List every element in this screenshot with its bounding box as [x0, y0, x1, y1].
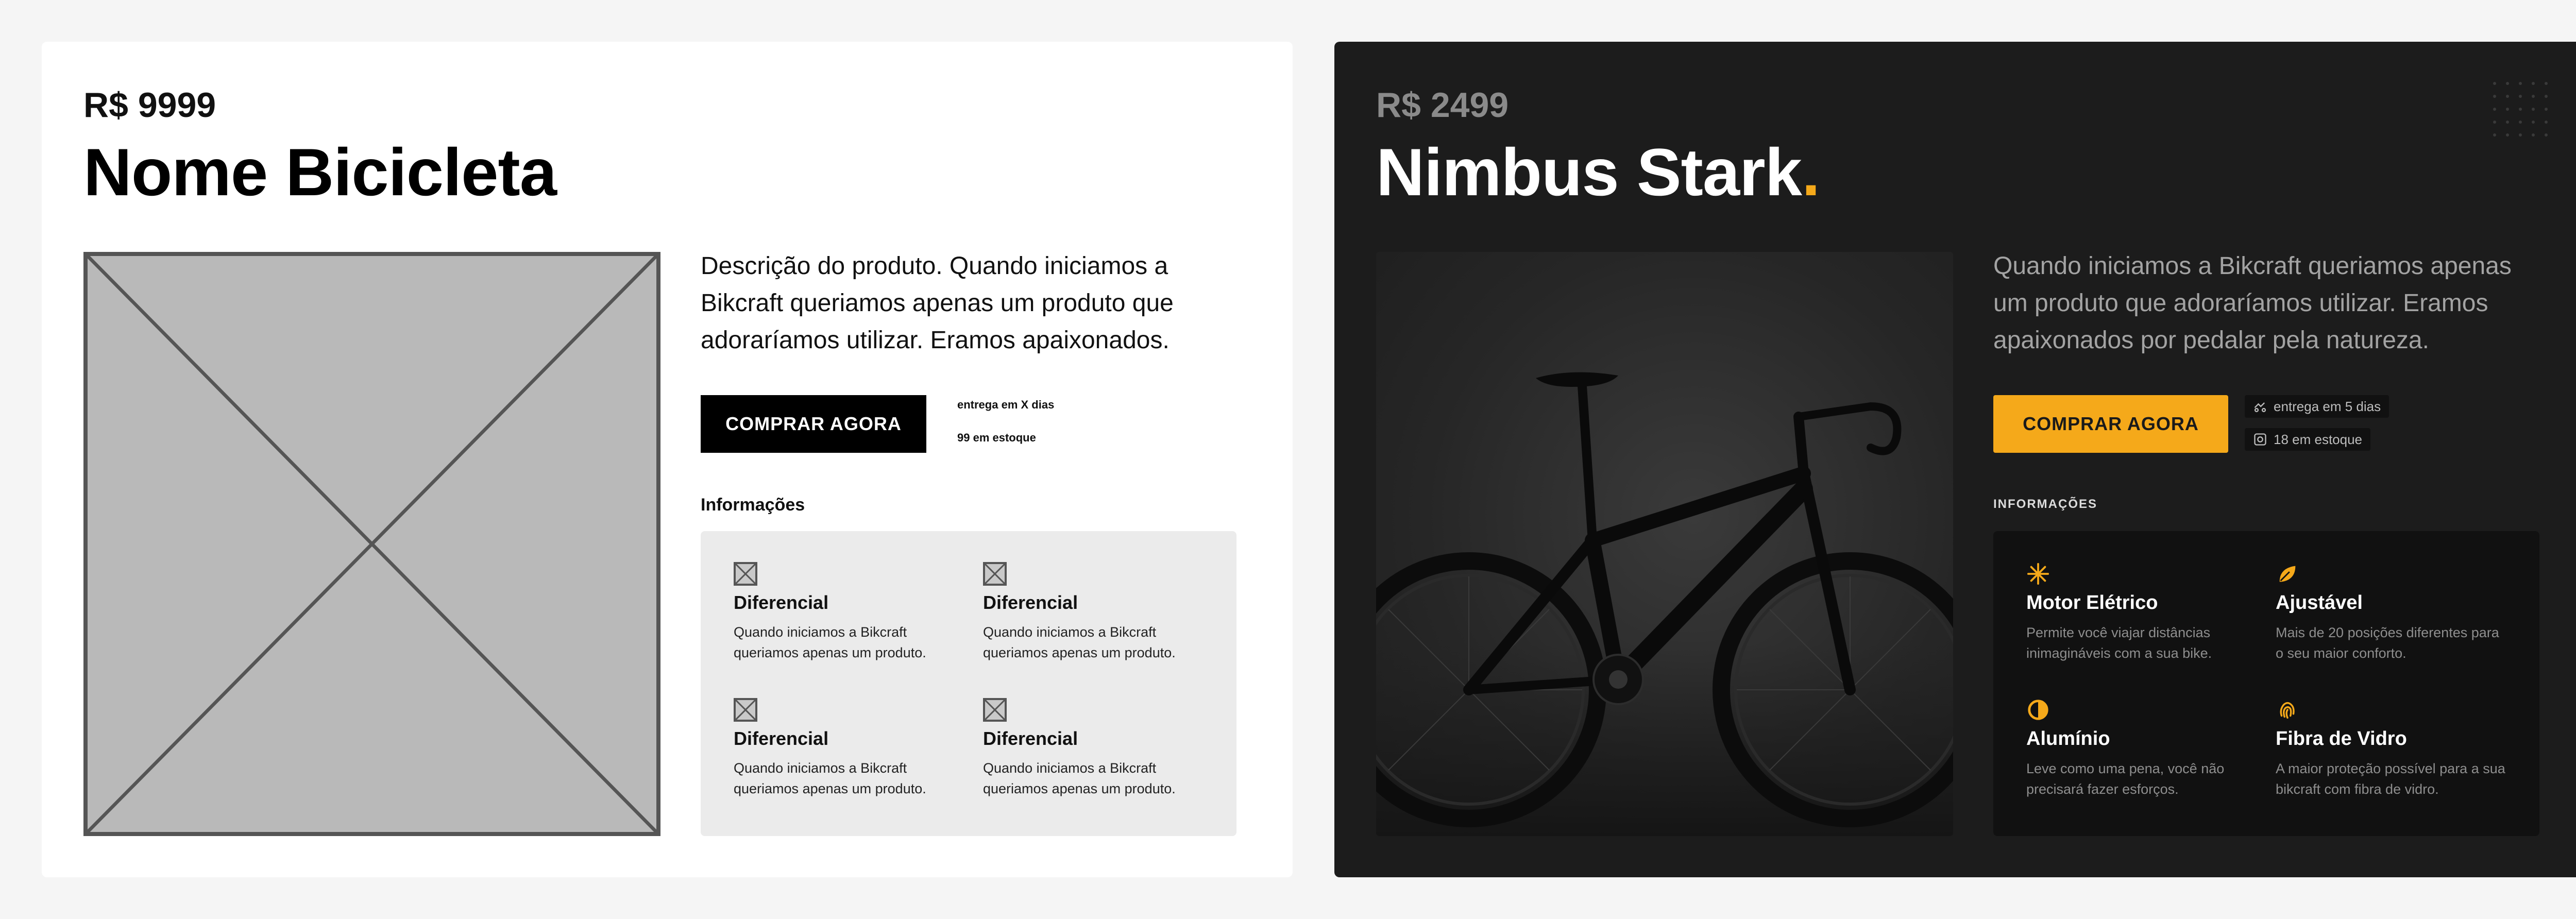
product-card: R$ 2499 Nimbus Stark. Quando iniciamos a… [1334, 42, 2576, 877]
contrast-icon [2026, 698, 2050, 722]
feature-title: Fibra de Vidro [2276, 728, 2407, 750]
image-placeholder [83, 252, 660, 836]
feature-title: Diferencial [983, 592, 1078, 613]
feature-text: Quando iniciamos a Bikcraft queriamos ap… [734, 760, 926, 796]
feature-item: Diferencial Quando iniciamos a Bikcraft … [734, 698, 960, 799]
delivery-info: entrega em X dias [957, 398, 1055, 411]
product-title: Nome Bicicleta [83, 134, 557, 210]
feature-text: Quando iniciamos a Bikcraft queriamos ap… [983, 624, 1176, 660]
bike-photo [1376, 252, 1953, 836]
placeholder-icon [734, 562, 757, 586]
info-heading: INFORMAÇÕES [1993, 497, 2097, 511]
features-panel: Diferencial Quando iniciamos a Bikcraft … [701, 531, 1236, 836]
fingerprint-icon [2276, 698, 2299, 722]
feature-item: Fibra de Vidro A maior proteção possível… [2276, 698, 2507, 799]
title-dot: . [1802, 134, 1820, 210]
bicycle-icon [1376, 372, 1953, 836]
stock-chip: 18 em estoque [2245, 428, 2371, 451]
stock-icon [2254, 433, 2266, 446]
feature-title: Alumínio [2026, 728, 2110, 750]
feature-item: Alumínio Leve como uma pena, você não pr… [2026, 698, 2258, 799]
feature-item: Diferencial Quando iniciamos a Bikcraft … [734, 562, 960, 663]
feature-text: Quando iniciamos a Bikcraft queriamos ap… [983, 760, 1176, 796]
feature-title: Diferencial [983, 728, 1078, 749]
leaf-icon [2276, 562, 2299, 586]
stock-info: 99 em estoque [957, 431, 1036, 444]
features-panel: Motor Elétrico Permite você viajar distâ… [1993, 531, 2539, 836]
product-description: Descrição do produto. Quando iniciamos a… [701, 252, 1174, 354]
buy-button[interactable]: COMPRAR AGORA [1993, 395, 2228, 453]
feature-text: Quando iniciamos a Bikcraft queriamos ap… [734, 624, 926, 660]
title-text: Nimbus Stark [1376, 134, 1802, 210]
info-heading: Informações [701, 495, 805, 515]
feature-text: Mais de 20 posições diferentes para o se… [2276, 625, 2499, 661]
delivery-text: entrega em 5 dias [2274, 398, 2381, 414]
feature-title: Motor Elétrico [2026, 592, 2158, 614]
placeholder-icon [983, 698, 1007, 722]
product-title: Nimbus Stark. [1376, 133, 1820, 211]
feature-item: Diferencial Quando iniciamos a Bikcraft … [983, 562, 1210, 663]
feature-item: Diferencial Quando iniciamos a Bikcraft … [983, 698, 1210, 799]
buy-button[interactable]: COMPRAR AGORA [701, 395, 926, 453]
feature-text: A maior proteção possível para a sua bik… [2276, 761, 2505, 797]
feature-text: Leve como uma pena, você não precisará f… [2026, 761, 2225, 797]
placeholder-icon [734, 698, 757, 722]
feature-text: Permite você viajar distâncias inimaginá… [2026, 625, 2212, 661]
dots-pattern-icon [2493, 82, 2548, 137]
feature-title: Diferencial [734, 592, 829, 613]
price: R$ 9999 [83, 86, 216, 125]
stock-text: 18 em estoque [2274, 431, 2363, 447]
price: R$ 2499 [1376, 86, 1509, 125]
electric-icon [2026, 562, 2050, 586]
product-description: Quando iniciamos a Bikcraft queriamos ap… [1993, 252, 2512, 354]
delivery-icon [2254, 402, 2266, 413]
placeholder-icon [983, 562, 1007, 586]
feature-title: Ajustável [2276, 592, 2363, 614]
wireframe-card: R$ 9999 Nome Bicicleta Descrição do prod… [42, 42, 1293, 877]
feature-title: Diferencial [734, 728, 829, 749]
feature-item: Motor Elétrico Permite você viajar distâ… [2026, 562, 2258, 663]
feature-item: Ajustável Mais de 20 posições diferentes… [2276, 562, 2507, 663]
delivery-chip: entrega em 5 dias [2245, 395, 2389, 418]
